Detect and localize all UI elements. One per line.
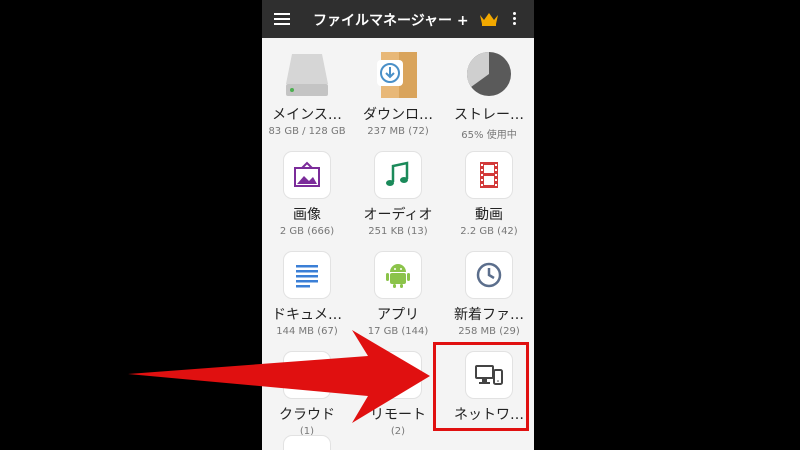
pointer-arrow bbox=[128, 330, 430, 423]
